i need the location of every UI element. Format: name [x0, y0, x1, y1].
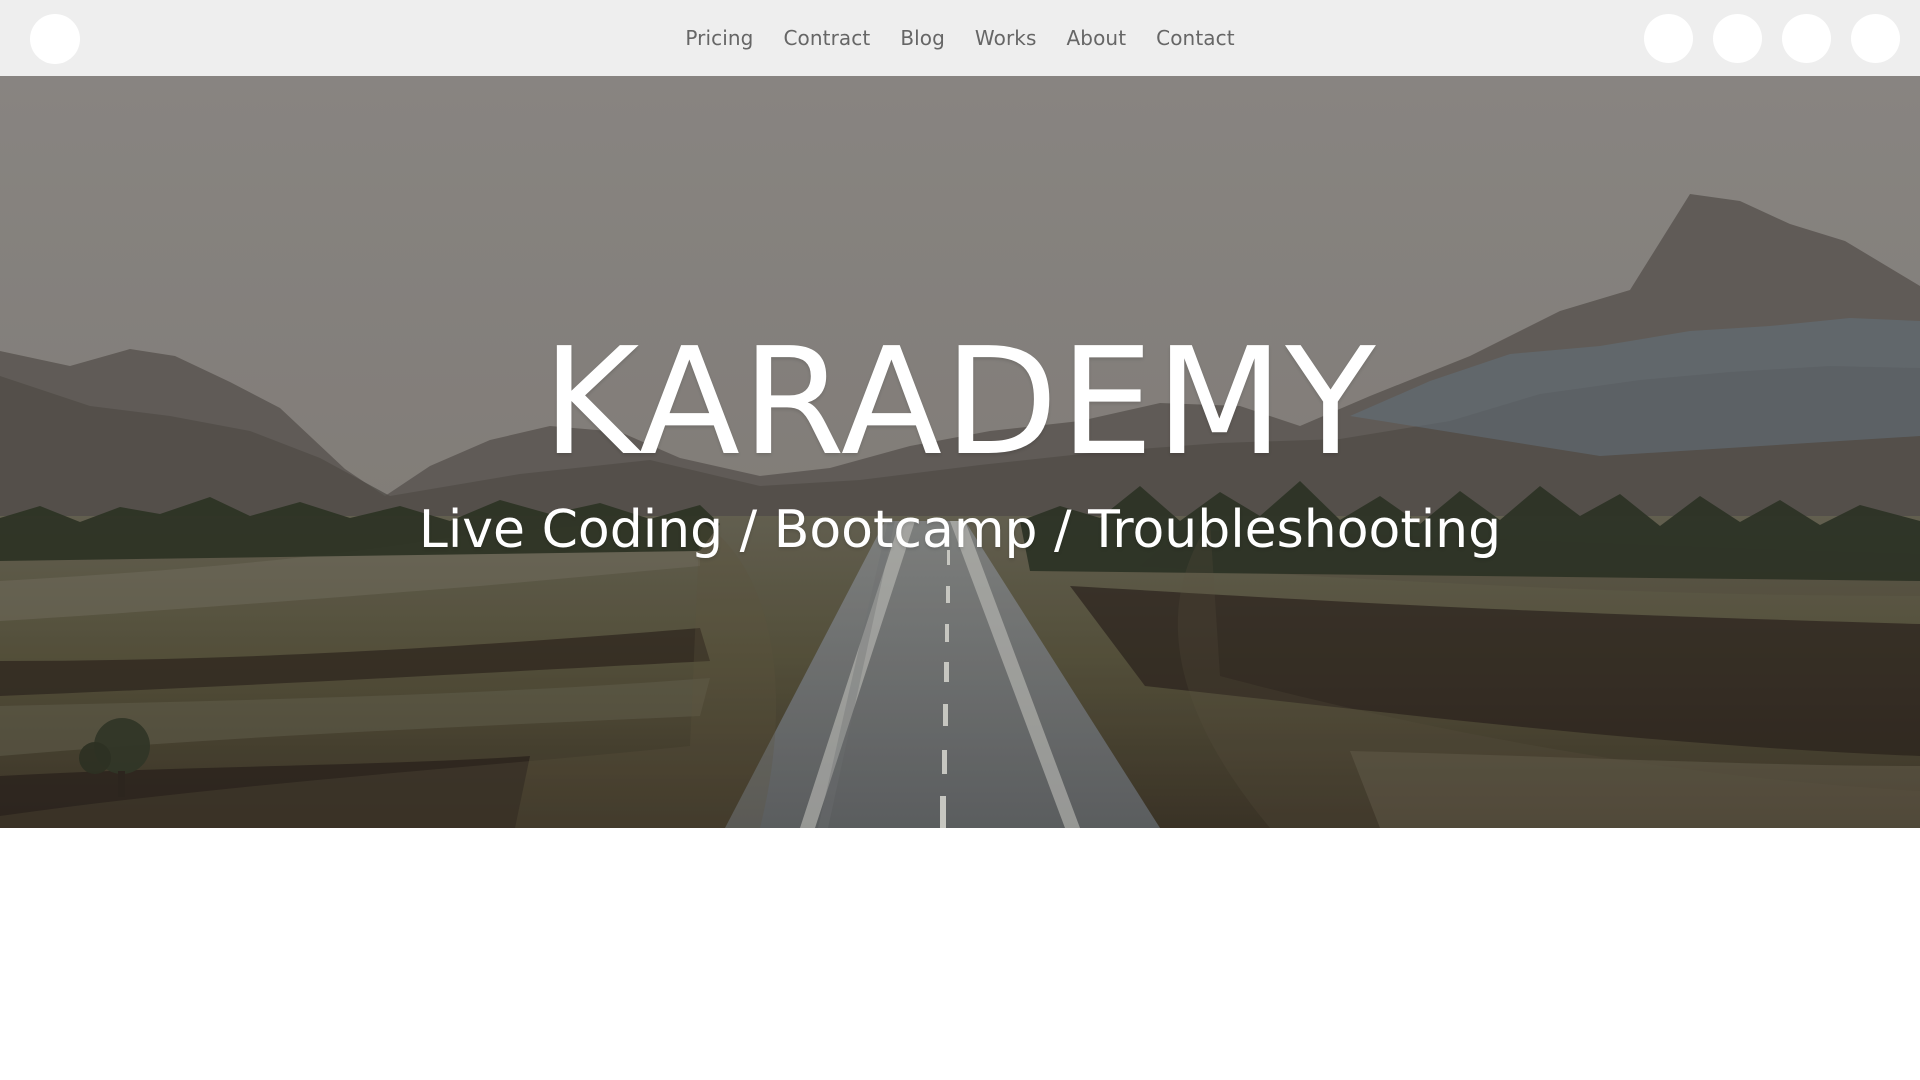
social-icon-4[interactable]: [1851, 14, 1900, 63]
page-content-area: [0, 828, 1920, 1080]
hero-subtitle: Live Coding / Bootcamp / Troubleshooting: [418, 500, 1502, 560]
social-icon-1[interactable]: [1644, 14, 1693, 63]
social-icon-3[interactable]: [1782, 14, 1831, 63]
nav-blog[interactable]: Blog: [900, 28, 945, 48]
nav-pricing[interactable]: Pricing: [685, 28, 753, 48]
nav-about[interactable]: About: [1067, 28, 1127, 48]
hero-section: KARADEMY Live Coding / Bootcamp / Troubl…: [0, 76, 1920, 828]
social-links: [1644, 14, 1900, 63]
hero-content: KARADEMY Live Coding / Bootcamp / Troubl…: [0, 76, 1920, 828]
logo-circle[interactable]: [30, 14, 80, 64]
nav-works[interactable]: Works: [975, 28, 1037, 48]
hero-title: KARADEMY: [542, 316, 1378, 488]
main-navigation: Pricing Contract Blog Works About Contac…: [0, 0, 1920, 76]
nav-contract[interactable]: Contract: [783, 28, 870, 48]
nav-contact[interactable]: Contact: [1156, 28, 1235, 48]
site-header: Pricing Contract Blog Works About Contac…: [0, 0, 1920, 76]
social-icon-2[interactable]: [1713, 14, 1762, 63]
